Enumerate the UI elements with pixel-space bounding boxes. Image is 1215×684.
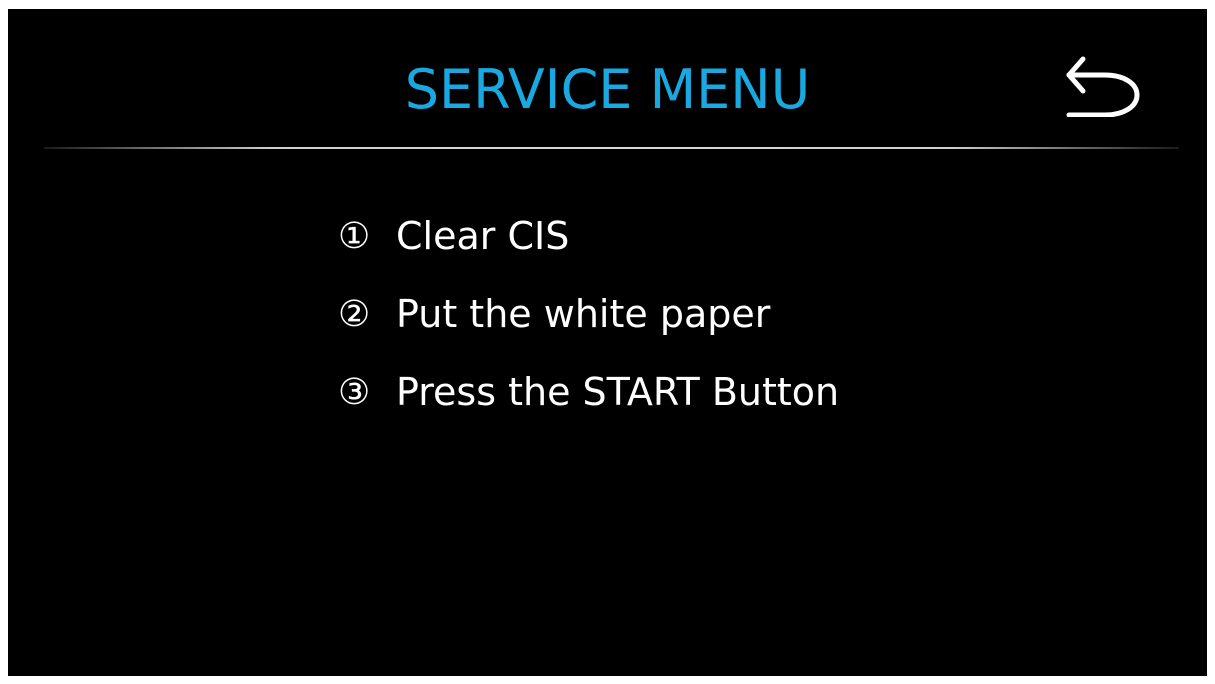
header-divider (44, 147, 1179, 149)
instruction-list: ① Clear CIS ② Put the white paper ③ Pres… (338, 197, 839, 431)
back-button[interactable] (1056, 53, 1148, 117)
step-number: ① (338, 215, 371, 257)
service-menu-screen: SERVICE MENU ① Clear CIS ② Put the white… (8, 9, 1207, 676)
page-title: SERVICE MENU (404, 58, 811, 121)
list-item: ① Clear CIS (338, 197, 839, 275)
step-text: Clear CIS (396, 214, 570, 258)
step-text: Press the START Button (396, 370, 840, 414)
step-number: ③ (338, 371, 371, 413)
step-number: ② (338, 293, 371, 335)
list-item: ② Put the white paper (338, 275, 839, 353)
back-arrow-icon (1066, 56, 1140, 117)
step-text: Put the white paper (396, 292, 771, 336)
list-item: ③ Press the START Button (338, 353, 839, 431)
